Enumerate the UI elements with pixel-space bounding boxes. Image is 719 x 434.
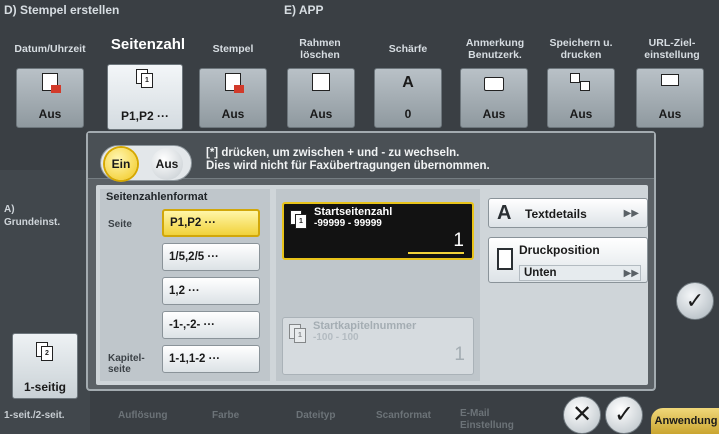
- sharpness-icon: A: [402, 74, 414, 91]
- col-label-stempel: Stempel: [212, 43, 254, 55]
- section-e-title: E) APP: [284, 3, 324, 17]
- druckposition-label: Druckposition: [519, 243, 600, 257]
- rahmen-loeschen-button[interactable]: Aus: [287, 68, 355, 128]
- double-chevron-right-icon: ▶▶: [623, 208, 639, 219]
- start-page-value: 1: [408, 230, 464, 254]
- start-page-range: -99999 - 99999: [314, 218, 382, 229]
- start-chapter-value: 1: [454, 344, 465, 365]
- anmerkung-value: Aus: [482, 107, 506, 121]
- col-label-seitenzahl: Seitenzahl: [110, 36, 186, 53]
- cancel-button[interactable]: ✕: [563, 396, 601, 434]
- section-d-title: D) Stempel erstellen: [4, 3, 120, 17]
- toggle-off-button[interactable]: Aus: [151, 148, 183, 180]
- start-chapter-title: Startkapitelnummer: [313, 320, 417, 332]
- stempel-value: Aus: [221, 107, 245, 121]
- url-ziel-button[interactable]: Aus: [636, 68, 704, 128]
- format-option-chapter[interactable]: 1-1,1-2 ···: [162, 345, 260, 373]
- col-label-rahmen-loeschen: Rahmen löschen: [299, 37, 341, 61]
- col-label-url-ziel: URL-Ziel- einstellung: [644, 37, 700, 61]
- popup-hint: [*] drücken, um zwischen + und - zu wech…: [206, 147, 490, 173]
- page-number-icon: 2: [34, 342, 56, 362]
- datetime-stamp-icon: [39, 73, 61, 93]
- page-number-icon: 1: [134, 69, 156, 89]
- anmerkung-button[interactable]: Aus: [460, 68, 528, 128]
- rahmen-loeschen-value: Aus: [309, 107, 333, 121]
- einseitig-value: 1-seitig: [23, 380, 66, 394]
- hint-line-1: [*] drücken, um zwischen + und - zu wech…: [206, 147, 460, 159]
- textdetails-label: Textdetails: [525, 207, 587, 221]
- col-label-speichern-drucken: Speichern u. drucken: [549, 37, 613, 61]
- speichern-drucken-button[interactable]: Aus: [547, 68, 615, 128]
- start-chapter-range: -100 - 100: [313, 332, 359, 343]
- start-page-title: Startseitenzahl: [314, 206, 393, 218]
- start-chapter-field: 1 Startkapitelnummer -100 - 100 1: [282, 317, 474, 375]
- schaerfe-button[interactable]: A 0: [374, 68, 442, 128]
- page-number-icon: 1: [290, 210, 312, 230]
- kapitel-label: Kapitel- seite: [108, 353, 145, 375]
- save-print-icon: [570, 73, 592, 93]
- bottom-label-email: E-Mail Einstellung: [460, 408, 514, 431]
- text-a-icon: A: [497, 202, 512, 224]
- url-ziel-value: Aus: [658, 107, 682, 121]
- col-label-schaerfe: Schärfe: [388, 43, 428, 55]
- seite-label: Seite: [108, 219, 132, 230]
- schaerfe-value: 0: [404, 107, 412, 121]
- section-a-label: A) Grundeinst.: [4, 204, 61, 228]
- panel-ok-button[interactable]: ✓: [676, 282, 714, 320]
- page-number-popup: Ein Aus [*] drücken, um zwischen + und -…: [86, 131, 656, 391]
- bottom-label-scanformat: Scanformat: [376, 410, 432, 421]
- druckposition-button[interactable]: Druckposition Unten ▶▶: [488, 237, 648, 283]
- bottom-label-duplex: 1-seit./2-seit.: [4, 410, 65, 421]
- col-label-datum-uhrzeit: Datum/Uhrzeit: [14, 43, 86, 55]
- chapter-number-icon: 1: [289, 324, 311, 344]
- format-option-fraction[interactable]: 1/5,2/5 ···: [162, 243, 260, 271]
- speichern-drucken-value: Aus: [569, 107, 593, 121]
- format-option-numeric[interactable]: 1,2 ···: [162, 277, 260, 305]
- anwendung-button[interactable]: Anwendung: [651, 408, 719, 434]
- ok-button[interactable]: ✓: [605, 396, 643, 434]
- double-chevron-right-icon: ▶▶: [623, 268, 639, 279]
- col-label-anmerkung: Anmerkung Benutzerk.: [465, 37, 525, 61]
- popup-body: Seitenzahlenformat Seite Kapitel- seite …: [96, 185, 648, 385]
- popup-header: Ein Aus [*] drücken, um zwischen + und -…: [88, 133, 654, 181]
- hint-line-2: Dies wird nicht für Faxübertragungen übe…: [206, 160, 490, 172]
- number-entry-section: 1 Startseitenzahl -99999 - 99999 1 1 Sta…: [276, 189, 480, 381]
- textdetails-button[interactable]: A Textdetails ▶▶: [488, 198, 648, 228]
- einseitig-button[interactable]: 2 1-seitig: [12, 333, 78, 399]
- format-section: Seitenzahlenformat Seite Kapitel- seite …: [100, 189, 270, 381]
- start-page-number-field[interactable]: 1 Startseitenzahl -99999 - 99999 1: [282, 202, 474, 260]
- stamp-icon: [222, 73, 244, 93]
- seitenzahl-button[interactable]: 1 P1,P2 ···: [107, 64, 183, 130]
- url-destination-icon: [659, 73, 681, 93]
- on-off-toggle[interactable]: Ein Aus: [100, 145, 192, 181]
- datum-uhrzeit-value: Aus: [38, 107, 62, 121]
- stempel-button[interactable]: Aus: [199, 68, 267, 128]
- frame-erase-icon: [310, 73, 332, 93]
- seitenzahl-value: P1,P2 ···: [120, 109, 169, 123]
- bottom-label-aufloesung: Auflösung: [118, 410, 168, 421]
- datum-uhrzeit-button[interactable]: Aus: [16, 68, 84, 128]
- print-position-icon: [497, 248, 513, 270]
- format-title: Seitenzahlenformat: [106, 191, 208, 203]
- toggle-on-button[interactable]: Ein: [105, 148, 137, 180]
- annotation-icon: [483, 73, 505, 93]
- bottom-label-farbe: Farbe: [212, 410, 240, 421]
- format-option-dashed[interactable]: -1-,-2- ···: [162, 311, 260, 339]
- format-option-p1p2[interactable]: P1,P2 ···: [162, 209, 260, 237]
- bottom-label-dateityp: Dateityp: [296, 410, 336, 421]
